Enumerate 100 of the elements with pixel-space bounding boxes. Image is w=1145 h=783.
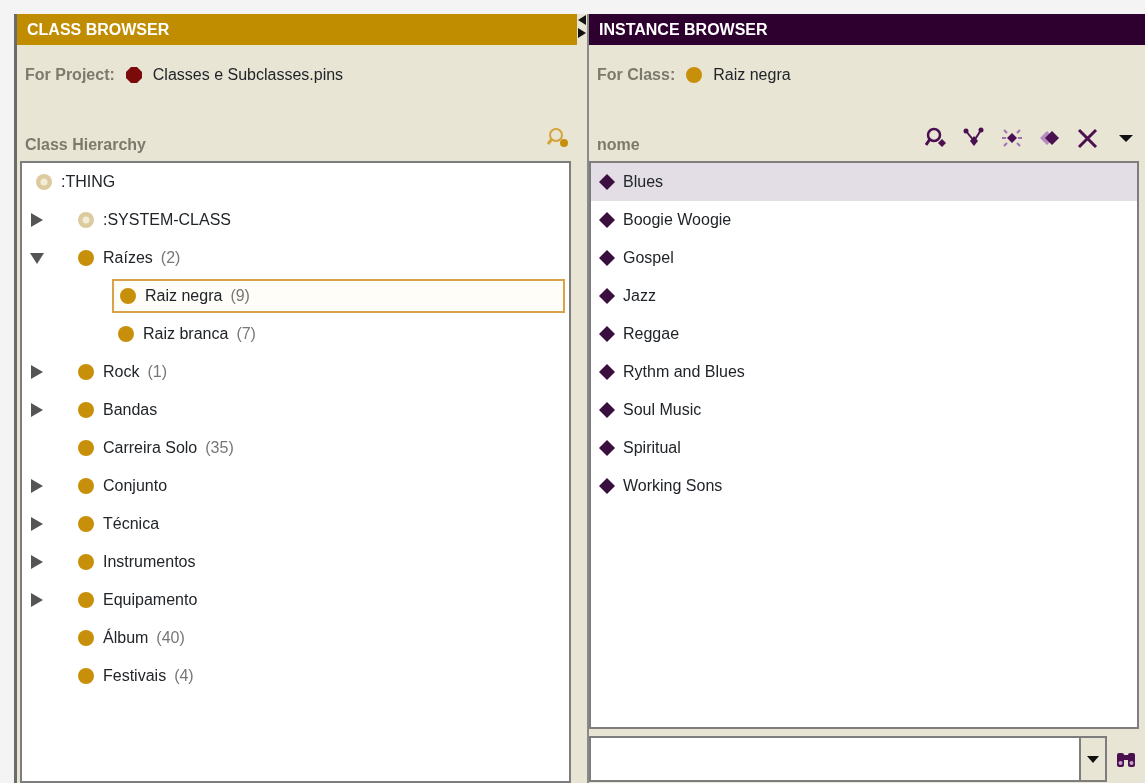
class-name: Equipamento — [103, 590, 198, 610]
class-name: Raiz branca — [143, 324, 229, 344]
delete-icon[interactable] — [1077, 127, 1099, 149]
expand-arrow-icon[interactable] — [30, 403, 44, 417]
project-icon — [124, 66, 143, 84]
class-icon — [77, 439, 95, 457]
class-icon — [77, 363, 95, 381]
instance-name: Jazz — [623, 286, 656, 306]
class-name: Técnica — [103, 514, 160, 534]
tree-row[interactable]: Conjunto — [72, 469, 173, 503]
column-label: nome — [597, 135, 640, 155]
class-icon — [77, 629, 95, 647]
class-name: :SYSTEM-CLASS — [103, 210, 232, 230]
expand-arrow-icon[interactable] — [30, 593, 44, 607]
instance-icon — [599, 326, 615, 342]
instance-name: Working Sons — [623, 476, 723, 496]
class-icon — [77, 667, 95, 685]
class-icon — [119, 287, 137, 305]
instance-count: (7) — [236, 324, 256, 344]
instance-icon — [599, 288, 615, 304]
tree-row[interactable]: :THING — [30, 165, 121, 199]
expand-arrow-icon[interactable] — [30, 517, 44, 531]
class-icon — [77, 211, 95, 229]
project-name: Classes e Subclasses.pins — [152, 65, 344, 85]
tree-row[interactable]: Carreira Solo (35) — [72, 431, 239, 465]
tree-row[interactable]: Raízes (2) — [72, 241, 186, 275]
dropdown-icon[interactable] — [1086, 754, 1100, 764]
instance-row[interactable]: Gospel — [591, 239, 1137, 277]
instance-icon — [599, 440, 615, 456]
class-icon — [77, 591, 95, 609]
instance-name: Blues — [623, 172, 664, 192]
class-icon — [685, 66, 704, 84]
instance-count: (2) — [160, 248, 181, 268]
expand-arrow-icon[interactable] — [30, 365, 44, 379]
expand-arrow-icon[interactable] — [30, 555, 44, 569]
tree-row[interactable]: Festivais (4) — [72, 659, 199, 693]
search-field[interactable] — [589, 736, 1079, 782]
tree-row[interactable]: Instrumentos — [72, 545, 201, 579]
splitter-arrows-icon[interactable] — [577, 14, 587, 40]
class-icon — [77, 249, 95, 267]
tree-row[interactable]: :SYSTEM-CLASS — [72, 203, 237, 237]
instance-count: (4) — [174, 666, 194, 686]
class-name: Álbum — [103, 627, 149, 648]
class-name: Festivais — [103, 666, 167, 686]
class-name: Rock — [103, 362, 140, 382]
expand-arrow-icon[interactable] — [30, 213, 44, 227]
tree-row[interactable]: Rock (1) — [72, 355, 172, 389]
instance-name: Soul Music — [623, 400, 702, 420]
instance-icon — [599, 212, 615, 228]
instance-row[interactable]: Blues — [591, 163, 1137, 201]
instance-name: Boogie Woogie — [623, 210, 732, 230]
instance-row[interactable]: Rythm and Blues — [591, 353, 1137, 391]
tree-row[interactable]: Raiz negra (9) — [112, 279, 565, 313]
field-label: For Class: — [597, 65, 676, 85]
class-icon — [77, 401, 95, 419]
instance-icon — [599, 364, 615, 380]
section-label: Class Hierarchy — [25, 135, 146, 155]
instance-icon — [599, 174, 615, 190]
tree-row[interactable]: Equipamento — [72, 583, 203, 617]
instance-name: Reggae — [623, 324, 680, 344]
class-name: Bandas — [103, 400, 158, 420]
class-icon — [77, 553, 95, 571]
instance-row[interactable]: Boogie Woogie — [591, 201, 1137, 239]
instance-icon — [599, 402, 615, 418]
instance-name: Spiritual — [623, 438, 681, 458]
instance-row[interactable]: Reggae — [591, 315, 1137, 353]
instance-icon — [599, 250, 615, 266]
instance-count: (1) — [147, 362, 167, 382]
instance-icon — [599, 478, 615, 494]
tree-row[interactable]: Bandas — [72, 393, 163, 427]
instance-count: (9) — [230, 286, 250, 306]
class-icon — [77, 515, 95, 533]
instance-row[interactable]: Spiritual — [591, 429, 1137, 467]
panel-title: INSTANCE BROWSER — [589, 14, 1145, 45]
instance-row[interactable]: Jazz — [591, 277, 1137, 315]
tree-row[interactable]: Técnica — [72, 507, 165, 541]
class-name: Instrumentos — [103, 552, 196, 572]
panel-title: CLASS BROWSER — [17, 14, 577, 45]
instance-row[interactable]: Working Sons — [591, 467, 1137, 505]
star-diamond-icon[interactable] — [1001, 127, 1023, 149]
instance-name: Rythm and Blues — [623, 362, 745, 382]
class-icon — [35, 173, 53, 191]
instance-count: (35) — [205, 438, 234, 458]
instance-count: (40) — [156, 628, 185, 648]
class-icon — [117, 325, 135, 343]
field-label: For Project: — [25, 65, 115, 85]
search-instance-icon[interactable] — [925, 127, 947, 149]
tree-row[interactable]: Álbum (40) — [72, 621, 190, 655]
class-name: Conjunto — [103, 476, 168, 496]
class-name: :THING — [61, 172, 116, 192]
class-name: Raiz negra — [145, 286, 223, 306]
class-name: Carreira Solo — [103, 438, 198, 458]
instance-name: Gospel — [623, 248, 674, 268]
class-name: Raízes — [103, 248, 153, 268]
collapse-arrow-icon[interactable] — [30, 251, 44, 265]
class-icon — [77, 477, 95, 495]
instance-row[interactable]: Soul Music — [591, 391, 1137, 429]
class-name: Raiz negra — [713, 65, 791, 85]
tree-row[interactable]: Raiz branca (7) — [112, 317, 261, 351]
expand-arrow-icon[interactable] — [30, 479, 44, 493]
